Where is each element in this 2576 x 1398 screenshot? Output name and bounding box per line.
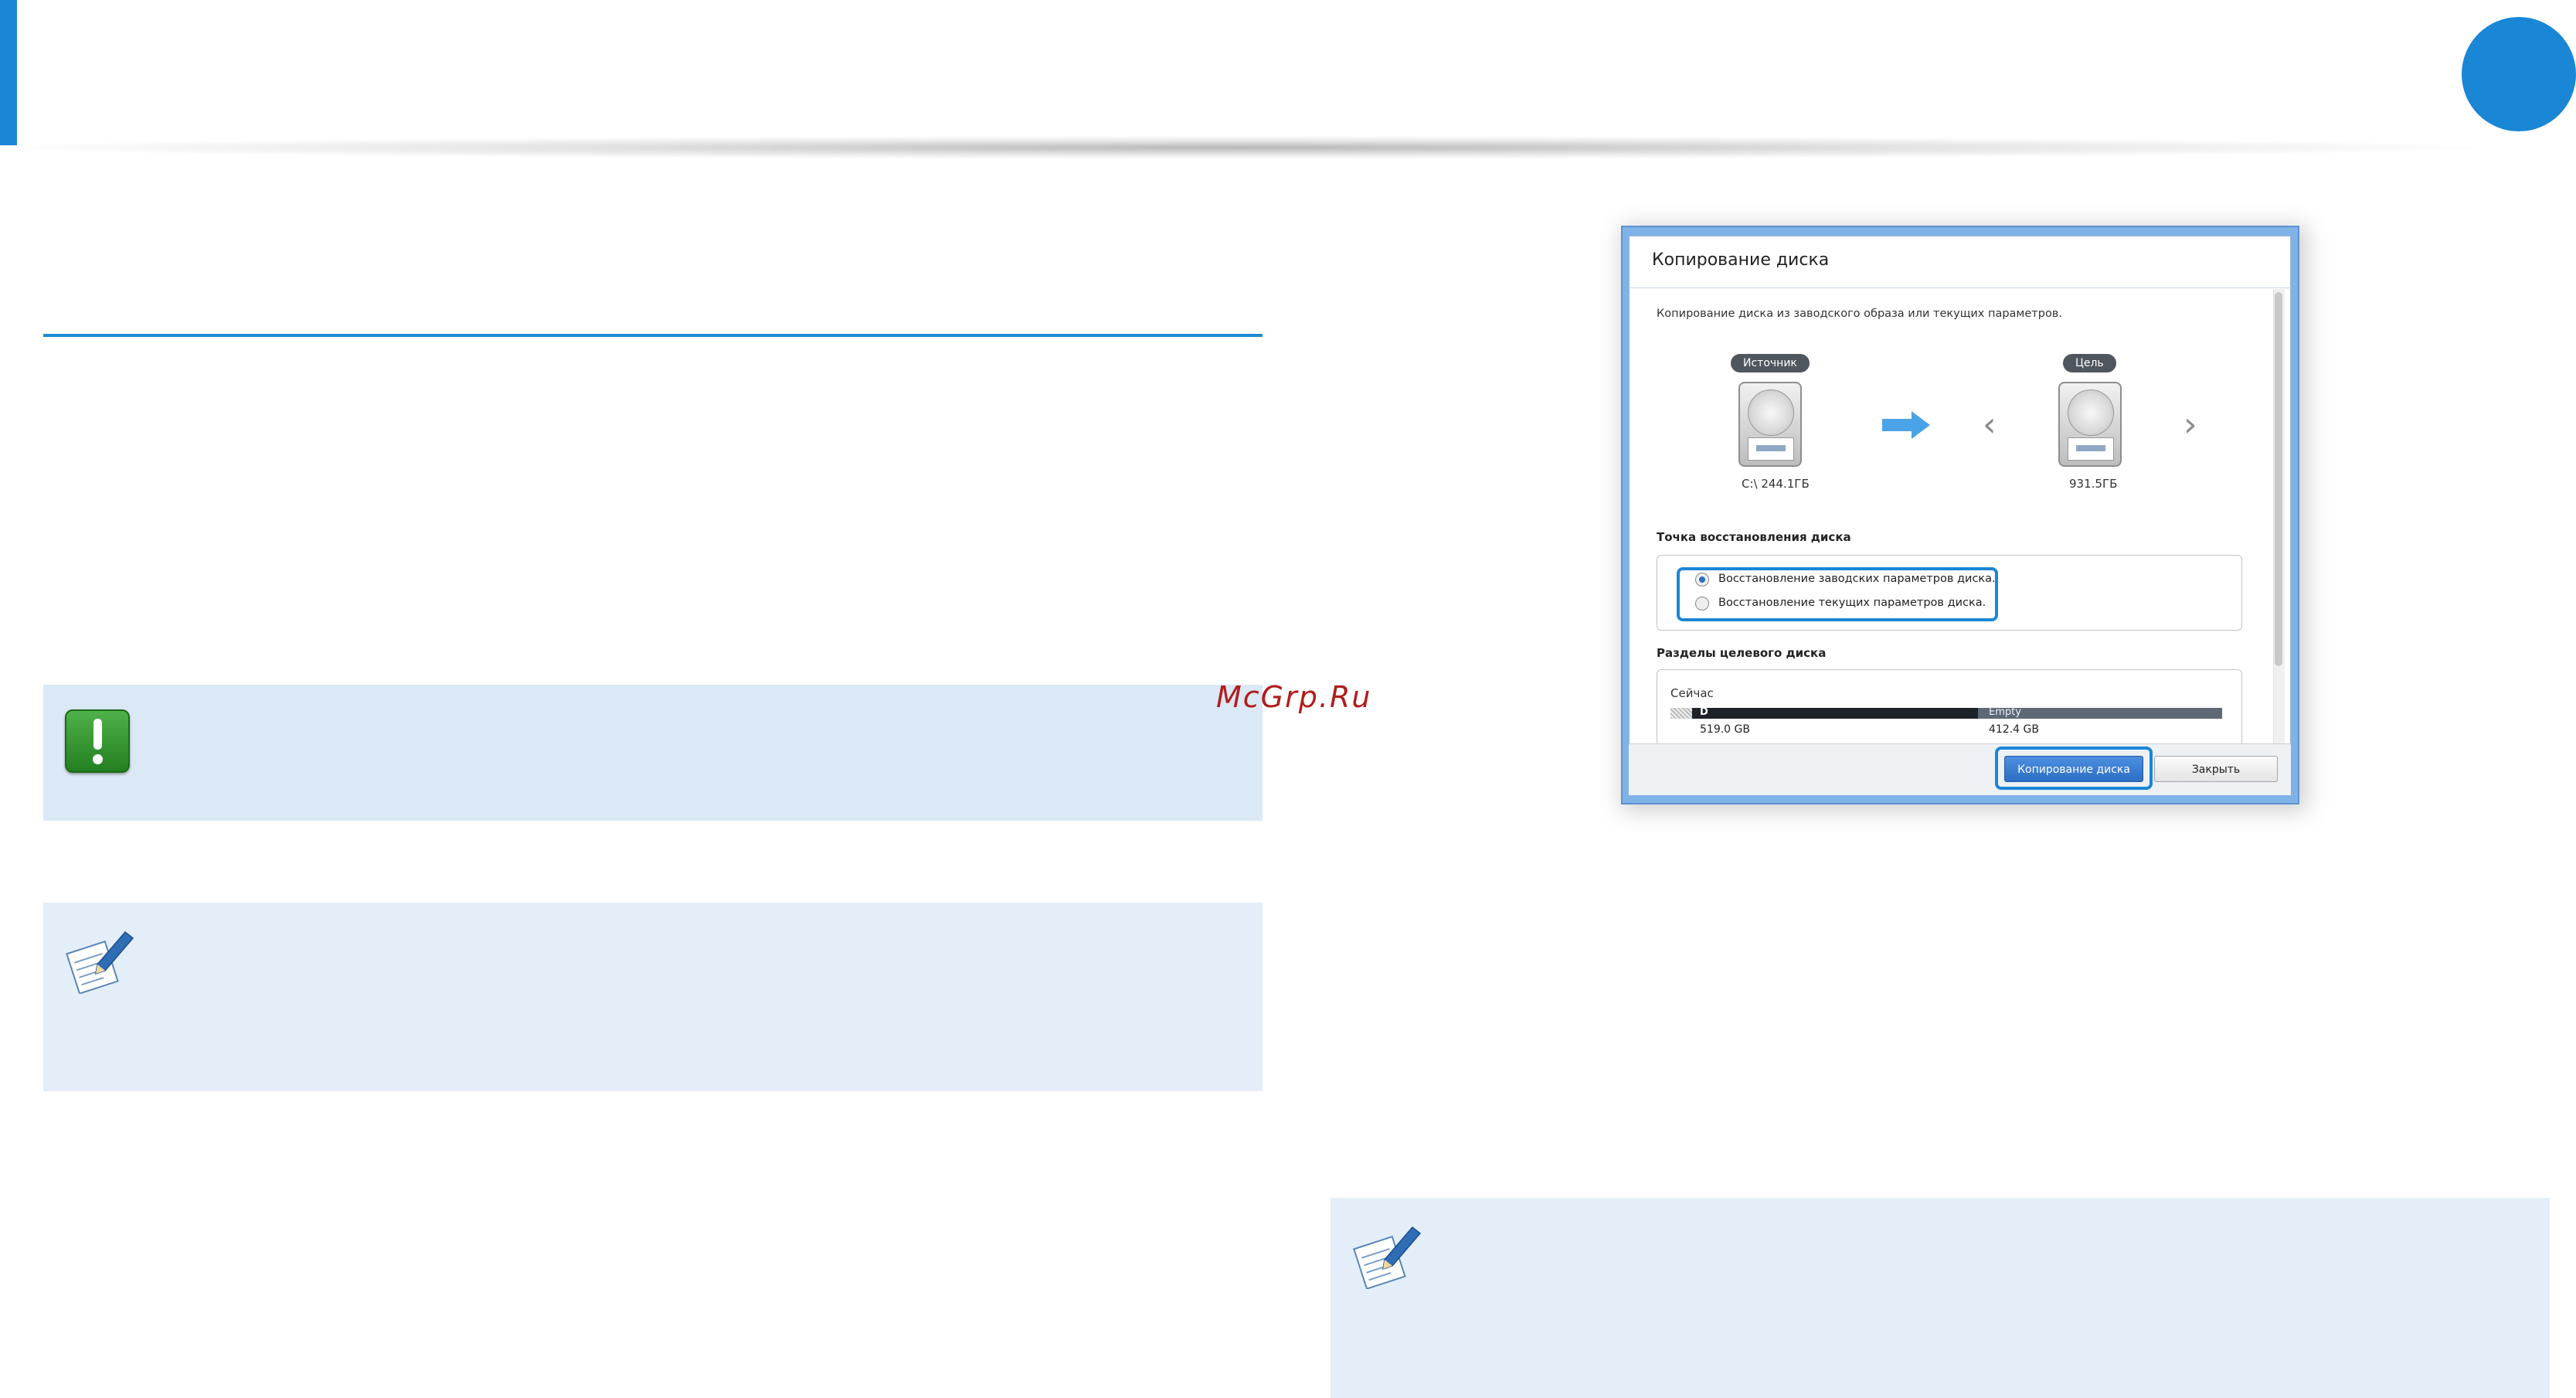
- dialog-scrollbar-thumb[interactable]: [2275, 292, 2282, 666]
- radio-factory-restore[interactable]: [1695, 573, 1709, 587]
- dialog-title: Копирование диска: [1652, 250, 1830, 270]
- partition-bar: [1670, 708, 2222, 719]
- close-button[interactable]: Закрыть: [2154, 756, 2278, 782]
- partition-empty-name: Empty: [1989, 706, 2021, 718]
- caution-box: [43, 685, 1263, 821]
- target-label: Цель: [2063, 354, 2116, 372]
- restore-point-title: Точка восстановления диска: [1657, 530, 1851, 544]
- source-label: Источник: [1731, 354, 1810, 372]
- section-divider: [43, 334, 1263, 337]
- source-disk-caption: C:\ 244.1ГБ: [1742, 477, 1810, 491]
- header-accent-bar: [0, 0, 17, 145]
- arrow-right-icon: [1882, 411, 1930, 439]
- chevron-left-icon[interactable]: ‹: [1983, 408, 1997, 442]
- target-partitions-title: Разделы целевого диска: [1657, 646, 1827, 660]
- source-disk-icon: [1738, 382, 1802, 467]
- note-box: [1330, 1198, 2550, 1398]
- partition-empty-size: 412.4 GB: [1989, 723, 2039, 736]
- dialog-description: Копирование диска из заводского образа и…: [1657, 308, 2062, 320]
- radio-factory-restore-label[interactable]: Восстановление заводских параметров диск…: [1718, 573, 1996, 585]
- note-pencil-icon: [66, 930, 134, 994]
- header-divider-shadow: [0, 136, 2480, 159]
- radio-current-restore[interactable]: [1695, 597, 1709, 611]
- page-badge: [2462, 17, 2576, 131]
- dialog-title-divider: [1629, 287, 2291, 288]
- target-disk-icon[interactable]: [2058, 382, 2122, 467]
- radio-current-restore-label[interactable]: Восстановление текущих параметров диска.: [1718, 597, 1986, 609]
- partition-d-name: D: [1700, 706, 1708, 718]
- watermark-text: McGrp.Ru: [1216, 680, 1372, 714]
- partition-d-size: 519.0 GB: [1700, 723, 1750, 736]
- caution-exclamation-icon: [65, 709, 130, 773]
- note-box: [43, 903, 1263, 1091]
- target-disk-caption: 931.5ГБ: [2069, 477, 2118, 491]
- copy-disk-button[interactable]: Копирование диска: [2004, 756, 2143, 782]
- chevron-right-icon[interactable]: ›: [2183, 408, 2197, 442]
- partitions-now-label: Сейчас: [1670, 686, 1714, 700]
- note-pencil-icon: [1353, 1226, 1422, 1289]
